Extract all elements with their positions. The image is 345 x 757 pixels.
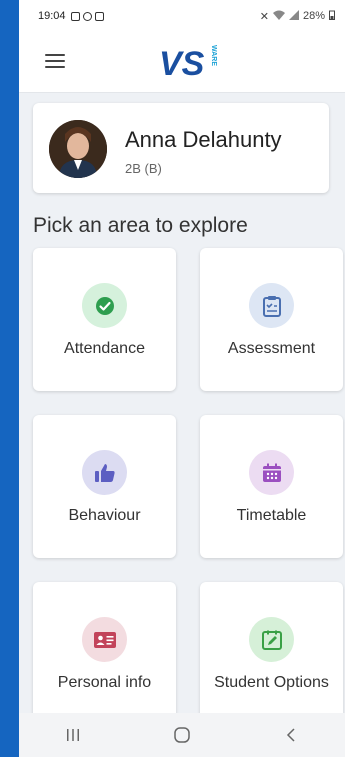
- main-content: Anna Delahunty 2B (B) Pick an area to ex…: [19, 93, 345, 713]
- tile-attendance[interactable]: Attendance: [33, 248, 176, 391]
- calendar-icon: [249, 450, 294, 495]
- tile-label: Timetable: [236, 507, 307, 524]
- vsware-logo: VS WARE: [159, 40, 219, 83]
- tile-label: Assessment: [227, 340, 316, 357]
- tile-label: Behaviour: [68, 507, 141, 524]
- battery-icon: [329, 10, 335, 23]
- tile-assessment[interactable]: Assessment: [200, 248, 343, 391]
- back-icon[interactable]: [261, 720, 321, 750]
- tile-behaviour[interactable]: Behaviour: [33, 415, 176, 558]
- lock-notification-icon: [94, 11, 104, 21]
- signal-icon: [288, 9, 299, 23]
- thumbs-up-icon: [82, 450, 127, 495]
- home-icon[interactable]: [152, 720, 212, 750]
- tile-student-options[interactable]: Student Options: [200, 582, 343, 713]
- profile-class: 2B (B): [125, 161, 162, 176]
- recents-icon[interactable]: [43, 720, 103, 750]
- clipboard-icon: [249, 283, 294, 328]
- id-card-icon: [82, 617, 127, 662]
- app-header: VS WARE: [19, 32, 345, 93]
- edit-note-icon: [249, 617, 294, 662]
- mute-icon: ✕: [259, 10, 269, 23]
- phone-screen: 19:04 ✕ 28% VS WARE Anna Delahunty 2B (B…: [19, 0, 345, 757]
- gallery-notification-icon: [70, 11, 80, 21]
- profile-card[interactable]: Anna Delahunty 2B (B): [33, 103, 329, 193]
- section-title: Pick an area to explore: [33, 214, 248, 237]
- tile-label: Personal info: [57, 674, 152, 691]
- svg-text:WARE: WARE: [210, 45, 217, 66]
- check-circle-icon: [82, 283, 127, 328]
- tile-personal-info[interactable]: Personal info: [33, 582, 176, 713]
- tile-label: Student Options: [214, 674, 329, 691]
- wifi-icon: [272, 10, 285, 23]
- system-nav-bar: [19, 713, 345, 757]
- hamburger-menu-icon[interactable]: [45, 54, 65, 70]
- battery-level: 28%: [302, 10, 325, 22]
- tile-timetable[interactable]: Timetable: [200, 415, 343, 558]
- svg-text:VS: VS: [159, 45, 205, 82]
- status-time: 19:04: [38, 10, 66, 22]
- tile-label: Attendance: [64, 340, 145, 357]
- whatsapp-notification-icon: [82, 11, 92, 21]
- avatar: [49, 120, 107, 178]
- profile-name: Anna Delahunty: [125, 127, 282, 152]
- status-bar: 19:04 ✕ 28%: [19, 0, 345, 32]
